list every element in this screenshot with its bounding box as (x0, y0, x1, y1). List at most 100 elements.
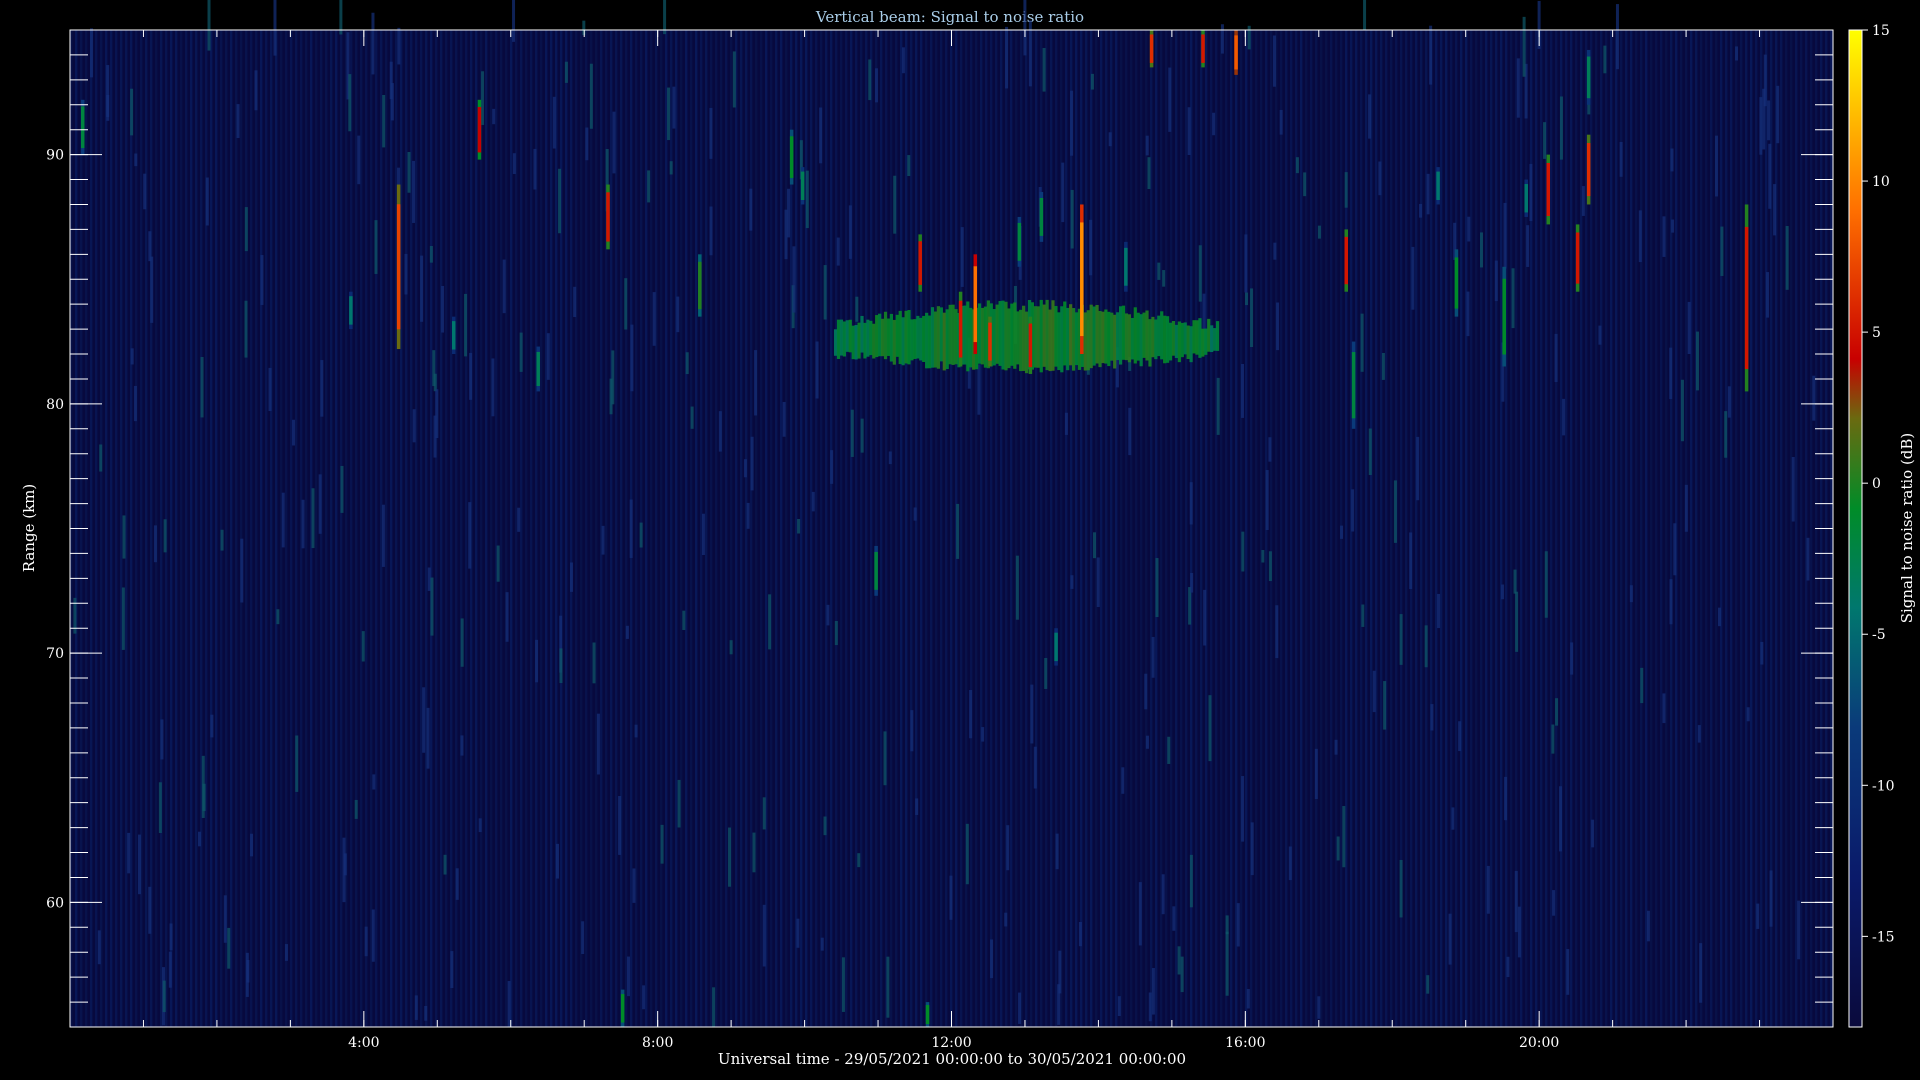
weak-echo (150, 256, 154, 323)
noise-column (935, 30, 938, 1027)
weak-echo (1526, 225, 1530, 267)
noise-column (785, 30, 788, 1027)
weak-echo (1145, 735, 1149, 749)
noise-column (415, 30, 418, 1027)
weak-echo (1368, 94, 1372, 139)
weak-echo (750, 436, 754, 491)
weak-echo (1598, 325, 1602, 345)
noise-column (1455, 30, 1458, 1027)
weak-echo (1279, 109, 1283, 135)
noise-column (160, 30, 163, 1027)
echo-layer-cell (954, 309, 958, 365)
noise-column (945, 30, 948, 1027)
noise-column (1695, 30, 1698, 1027)
noise-column (1465, 30, 1468, 1027)
noise-column (775, 30, 778, 1027)
weak-echo (1093, 532, 1097, 559)
echo-layer-cell (836, 319, 841, 359)
weak-echo (492, 108, 496, 125)
noise-column (795, 30, 798, 1027)
noise-column (390, 30, 393, 1027)
weak-echo (1670, 148, 1674, 172)
weak-echo (749, 188, 753, 231)
noise-column (1330, 30, 1333, 1027)
noise-column (1165, 30, 1168, 1027)
weak-echo (956, 503, 960, 559)
weak-echo (712, 987, 716, 1027)
weak-echo (1543, 122, 1547, 159)
noise-column (1420, 30, 1423, 1027)
weak-echo (612, 111, 616, 174)
noise-column (1445, 30, 1448, 1027)
weak-echo (630, 324, 634, 392)
weak-echo (672, 86, 676, 129)
echo-streak-core (1149, 34, 1154, 63)
echo-layer-cell (942, 312, 946, 371)
weak-echo (1155, 558, 1159, 618)
weak-echo (1797, 900, 1801, 960)
weak-echo (1717, 607, 1721, 627)
weak-echo (505, 592, 509, 642)
noise-column (905, 30, 908, 1027)
weak-echo (1409, 532, 1413, 590)
weak-echo (634, 724, 638, 738)
chart-title: Vertical beam: Signal to noise ratio (815, 8, 1084, 26)
weak-echo (1273, 242, 1277, 260)
weak-echo (743, 459, 747, 478)
noise-column (1810, 30, 1813, 1027)
echo-layer-cell (860, 315, 864, 353)
weak-echo (1265, 470, 1269, 531)
colorbar-tick-label: -10 (1872, 778, 1895, 794)
weak-echo (1466, 291, 1470, 337)
noise-column (1665, 30, 1668, 1027)
noise-column (215, 30, 218, 1027)
noise-column (695, 30, 698, 1027)
echo-layer-cell (1180, 322, 1184, 358)
noise-column (1360, 30, 1363, 1027)
echo-layer-cell (925, 312, 929, 369)
echo-layer-cell (1057, 312, 1061, 371)
weak-echo (130, 348, 134, 365)
weak-echo (1511, 268, 1515, 329)
weak-echo (642, 985, 646, 1010)
weak-echo (581, 921, 585, 955)
noise-column (1155, 30, 1158, 1027)
noise-column (1570, 30, 1573, 1027)
weak-echo (1562, 398, 1566, 436)
echo-layer-cell (1089, 304, 1093, 369)
weak-echo (148, 886, 152, 934)
noise-column (1550, 30, 1553, 1027)
noise-column (1720, 30, 1723, 1027)
echo-layer-cell (992, 309, 996, 366)
weak-echo (546, 333, 550, 380)
weak-echo (1381, 352, 1385, 380)
noise-column (540, 30, 543, 1027)
noise-column (500, 30, 503, 1027)
weak-echo (1762, 88, 1766, 150)
weak-echo (632, 868, 636, 903)
noise-column (120, 30, 123, 1027)
noise-column (1120, 30, 1123, 1027)
echo-layer-cell (1198, 318, 1202, 358)
noise-column (1750, 30, 1753, 1027)
noise-column (1220, 30, 1223, 1027)
noise-column (1595, 30, 1598, 1027)
x-tick-label: 12:00 (931, 1035, 971, 1051)
echo-streak-core (81, 106, 85, 149)
weak-echo (1544, 551, 1548, 618)
echo-layer-cell (1124, 313, 1129, 361)
weak-echo (1241, 531, 1245, 572)
echo-streak-core (1351, 352, 1356, 419)
weak-echo (1766, 272, 1770, 318)
echo-layer-cell (1066, 307, 1070, 371)
echo-streak-core (396, 204, 401, 330)
weak-echo (1437, 593, 1441, 629)
weak-echo (1236, 903, 1240, 947)
weak-echo (1399, 614, 1403, 665)
weak-echo (1212, 112, 1216, 136)
noise-column (1035, 30, 1038, 1027)
echo-layer-cell (1048, 309, 1052, 372)
weak-echo (596, 713, 600, 775)
weak-echo (907, 155, 911, 177)
weak-echo (1448, 913, 1452, 965)
